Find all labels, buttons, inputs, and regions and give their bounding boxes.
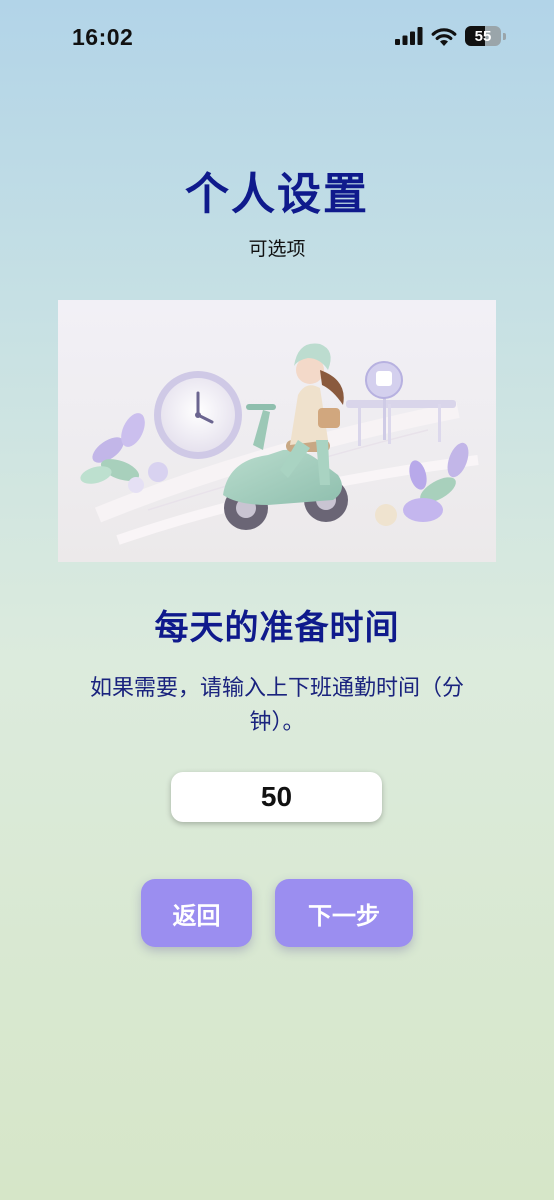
signal-icon xyxy=(395,27,423,45)
battery-nub xyxy=(503,32,506,40)
scooter-commute-illustration xyxy=(58,300,496,562)
wifi-icon xyxy=(431,27,457,46)
status-time: 16:02 xyxy=(72,24,134,50)
page-title: 个人设置 xyxy=(185,169,369,220)
battery-level: 55 xyxy=(474,27,492,45)
next-button[interactable]: 下一步 xyxy=(275,879,413,947)
section-title: 每天的准备时间 xyxy=(154,608,400,648)
battery-icon: 55 xyxy=(465,26,501,46)
back-button[interactable]: 返回 xyxy=(141,879,252,947)
page-subtitle: 可选项 xyxy=(248,238,306,260)
status-icons: 55 xyxy=(395,26,506,46)
commute-minutes-input[interactable] xyxy=(171,772,382,822)
section-description: 如果需要，请输入上下班通勤时间（分钟）。 xyxy=(89,676,464,735)
status-bar: 16:02 55 xyxy=(0,0,554,76)
